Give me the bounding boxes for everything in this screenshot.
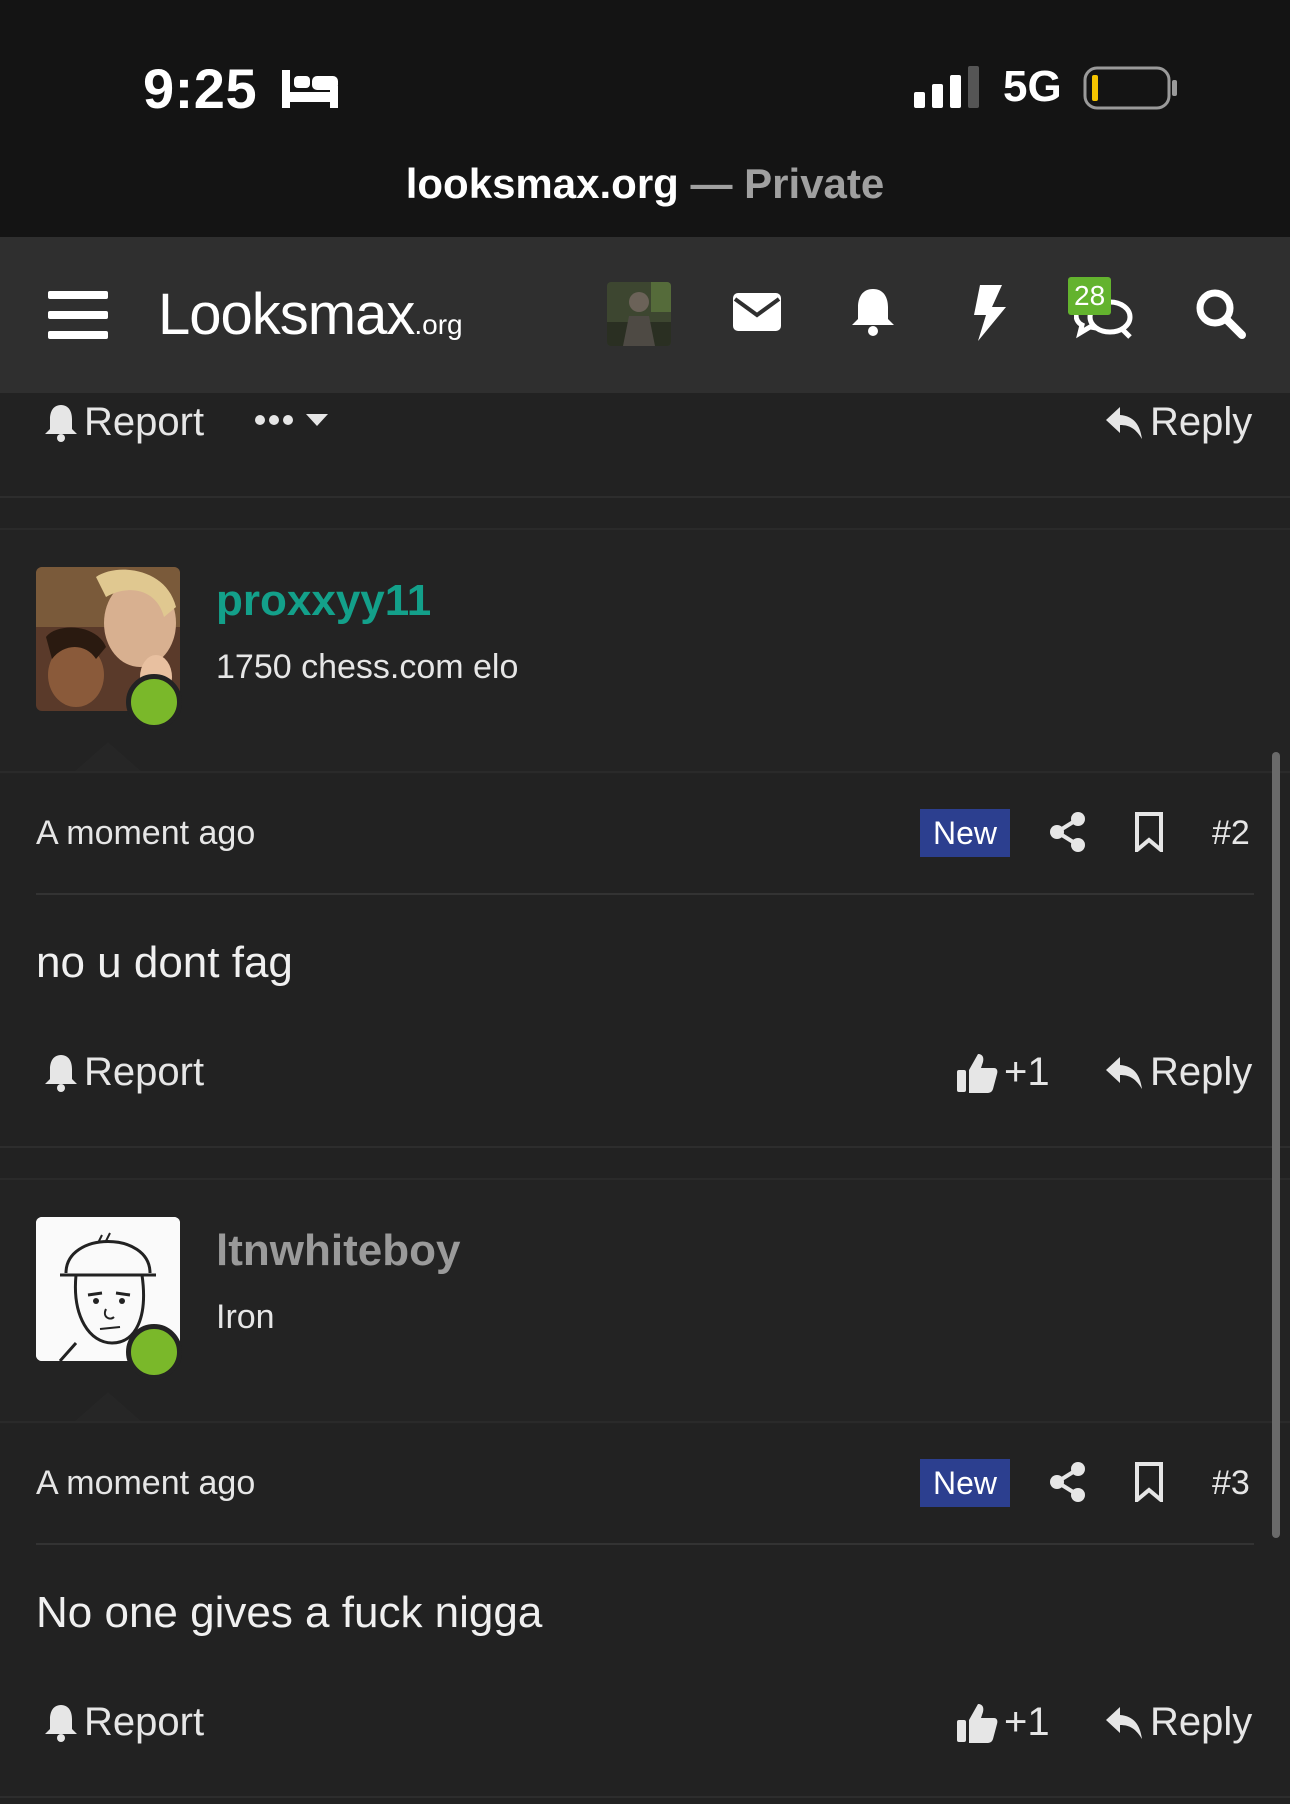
like-button[interactable]: +1 xyxy=(956,1050,1050,1095)
bookmark-icon[interactable] xyxy=(1134,1462,1164,1502)
cellular-signal-icon xyxy=(914,66,979,108)
post-user-block xyxy=(0,530,1290,774)
site-header: Looksmax.org 28 xyxy=(0,237,1290,393)
message-arrow xyxy=(74,1392,142,1422)
bell-icon xyxy=(45,404,77,442)
private-mode-label: — Private xyxy=(678,160,885,207)
thumbs-up-icon xyxy=(957,1703,998,1743)
reply-label: Reply xyxy=(1150,1050,1253,1094)
post-separator xyxy=(0,1146,1290,1148)
reply-arrow-icon xyxy=(1106,1056,1142,1089)
post-timestamp[interactable]: A moment ago xyxy=(36,814,255,853)
user-title: Iron xyxy=(216,1298,275,1336)
hamburger-menu-icon[interactable] xyxy=(48,289,108,341)
bell-icon xyxy=(45,1704,77,1742)
bell-icon xyxy=(45,1054,77,1092)
new-badge: New xyxy=(920,1459,1010,1507)
logo-text: Looksmax xyxy=(158,282,415,347)
report-label: Report xyxy=(84,1700,205,1744)
like-button[interactable]: +1 xyxy=(956,1700,1050,1745)
clock: 9:25 xyxy=(143,57,258,120)
post-number-link[interactable]: #2 xyxy=(1212,814,1250,853)
report-button[interactable]: Report xyxy=(44,1700,204,1745)
post-timestamp[interactable]: A moment ago xyxy=(36,1464,255,1503)
post-content: No one gives a fuck nigga xyxy=(36,1588,543,1637)
message-arrow xyxy=(74,742,142,772)
search-icon[interactable] xyxy=(1194,287,1246,339)
online-status-indicator xyxy=(126,674,182,730)
report-button[interactable]: Report xyxy=(44,1050,204,1095)
share-icon[interactable] xyxy=(1050,812,1086,852)
username[interactable]: ltnwhiteboy xyxy=(216,1226,460,1276)
mail-icon[interactable] xyxy=(733,291,781,333)
reply-label: Reply xyxy=(1150,400,1253,444)
url-host: looksmax.org xyxy=(405,160,679,207)
post-header-divider xyxy=(0,1421,1290,1423)
post-number-link[interactable]: #3 xyxy=(1212,1464,1250,1503)
online-status-indicator xyxy=(126,1324,182,1380)
scrollbar[interactable] xyxy=(1272,752,1280,1538)
user-title: 1750 chess.com elo xyxy=(216,648,519,686)
lightning-bolt-icon[interactable] xyxy=(970,285,1010,341)
thumbs-up-icon xyxy=(957,1053,998,1093)
post-body-divider xyxy=(36,893,1254,895)
bell-icon[interactable] xyxy=(850,285,896,337)
url-bar[interactable]: looksmax.org — Private xyxy=(0,160,1290,208)
report-button[interactable]: Report xyxy=(44,400,204,445)
report-label: Report xyxy=(84,400,205,444)
battery-icon xyxy=(1083,66,1177,110)
reaction-count: +1 xyxy=(1004,1700,1050,1744)
post-separator xyxy=(0,496,1290,498)
chat-count-badge: 28 xyxy=(1068,277,1112,315)
report-label: Report xyxy=(84,1050,205,1094)
reply-button[interactable]: Reply xyxy=(1104,1050,1252,1095)
share-icon[interactable] xyxy=(1050,1462,1086,1502)
logo-suffix: .org xyxy=(414,309,463,340)
more-options-button[interactable] xyxy=(252,400,332,440)
username[interactable]: proxxyy11 xyxy=(216,576,431,626)
more-dots-icon xyxy=(255,414,328,426)
reply-arrow-icon xyxy=(1106,406,1142,439)
new-badge: New xyxy=(920,809,1010,857)
account-avatar-image xyxy=(607,282,671,346)
reply-arrow-icon xyxy=(1106,1706,1142,1739)
reaction-count: +1 xyxy=(1004,1050,1050,1094)
reply-button[interactable]: Reply xyxy=(1104,400,1252,445)
reply-label: Reply xyxy=(1150,1700,1253,1744)
post-user-block xyxy=(0,1180,1290,1424)
post-separator xyxy=(0,1796,1290,1798)
account-avatar[interactable] xyxy=(607,282,671,346)
sleep-focus-icon xyxy=(282,70,338,108)
post-header-divider xyxy=(0,771,1290,773)
post-body-divider xyxy=(36,1543,1254,1545)
status-bar: 9:25 5G looksmax.org — Private xyxy=(0,0,1290,237)
bookmark-icon[interactable] xyxy=(1134,812,1164,852)
site-logo[interactable]: Looksmax.org xyxy=(158,281,463,348)
network-type: 5G xyxy=(1003,62,1062,111)
reply-button[interactable]: Reply xyxy=(1104,1700,1252,1745)
post-content: no u dont fag xyxy=(36,938,293,987)
